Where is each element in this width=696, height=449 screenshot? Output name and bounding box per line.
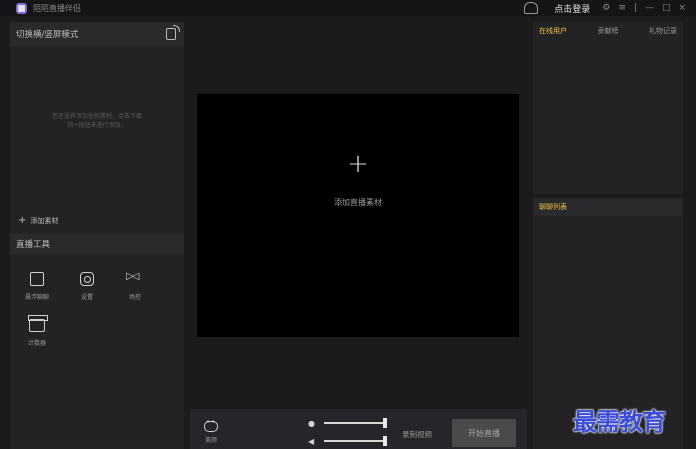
title-bar: 陌陌直播伴侣 点击登录 ⚙ ≡ | — □ ×	[0, 0, 696, 16]
live-preview-canvas[interactable]: + 添加直播素材	[197, 94, 519, 337]
speaker-icon[interactable]: ◀	[308, 437, 316, 446]
right-panel: 在线用户 贡献榜 礼物记录 聊聊列表	[533, 22, 683, 449]
tool-counter[interactable]: 计数器	[17, 315, 57, 347]
gift-counter-icon	[28, 315, 48, 332]
bottom-control-bar: 美颜 ● ◀ 录制视频 开始直播	[190, 409, 527, 449]
maximize-icon[interactable]: □	[662, 3, 671, 13]
close-icon[interactable]: ×	[678, 3, 686, 13]
user-list-panel: 在线用户 贡献榜 礼物记录	[533, 22, 683, 194]
rotate-screen-icon[interactable]	[166, 25, 180, 40]
add-source-plus-icon[interactable]: +	[197, 149, 519, 179]
user-icon[interactable]	[524, 2, 539, 14]
tab-gift-records[interactable]: 礼物记录	[649, 26, 677, 36]
speaker-volume-slider[interactable]	[324, 436, 387, 446]
tool-scene-control[interactable]: 场控	[115, 271, 155, 301]
mode-toggle-header: 切换横/竖屏模式	[10, 22, 184, 46]
app-logo-icon	[16, 2, 27, 14]
plus-icon: +	[18, 215, 27, 226]
microphone-icon[interactable]: ●	[308, 419, 316, 428]
window-controls: 点击登录 ⚙ ≡ | — □ ×	[524, 0, 686, 16]
slider-handle[interactable]	[383, 418, 387, 428]
tool-label: 场控	[128, 294, 141, 301]
beauty-button[interactable]: 美颜	[204, 418, 218, 444]
settings-icon	[80, 272, 94, 286]
add-source-label: 添加直播素材	[334, 198, 382, 207]
tool-label: 计数器	[27, 340, 46, 347]
speaker-volume-row: ◀	[308, 436, 387, 446]
add-material-button[interactable]: + 添加素材	[18, 215, 58, 226]
tool-floating-chat[interactable]: 悬浮聊聊	[17, 272, 57, 301]
watermark: 最需教育	[573, 407, 666, 436]
empty-material-hint: 您还没有添加任何素材，点击下面的+按钮来进行添加。	[51, 113, 142, 129]
beauty-label: 美颜	[204, 437, 217, 444]
live-tools-header: 直播工具	[10, 234, 184, 254]
chat-float-icon	[30, 272, 44, 286]
user-tabs: 在线用户 贡献榜 礼物记录	[533, 22, 683, 40]
menu-icon[interactable]: ≡	[618, 3, 626, 13]
tab-online-users[interactable]: 在线用户	[539, 26, 567, 36]
record-video-button[interactable]: 录制视频	[402, 429, 432, 440]
divider: |	[633, 3, 637, 13]
start-live-button[interactable]: 开始直播	[452, 419, 516, 447]
add-material-label: 添加素材	[30, 216, 59, 225]
mode-toggle-label: 切换横/竖屏模式	[16, 30, 79, 40]
mic-volume-slider[interactable]	[324, 418, 387, 428]
tool-settings[interactable]: 设置	[67, 272, 107, 301]
minimize-icon[interactable]: —	[645, 3, 654, 13]
settings-icon[interactable]: ⚙	[602, 3, 610, 13]
beauty-icon	[204, 418, 218, 432]
chat-list-title: 聊聊列表	[533, 198, 683, 216]
scene-control-icon	[126, 271, 142, 286]
mic-volume-row: ●	[308, 418, 387, 428]
app-title: 陌陌直播伴侣	[33, 3, 81, 13]
tool-label: 设置	[80, 294, 93, 301]
login-button[interactable]: 点击登录	[554, 2, 590, 15]
slider-handle[interactable]	[383, 436, 387, 446]
tool-label: 悬浮聊聊	[24, 294, 49, 301]
tab-contribution[interactable]: 贡献榜	[598, 26, 619, 36]
